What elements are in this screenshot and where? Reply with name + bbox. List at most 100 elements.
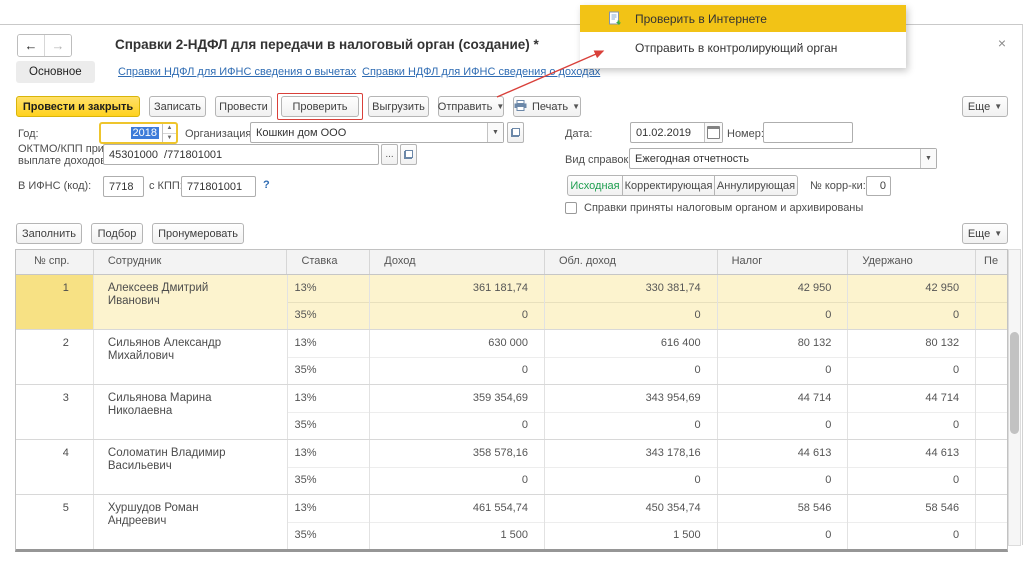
back-button[interactable]: ← [18,35,45,56]
taxable-value: 1 500 [545,522,717,549]
cell-tax: 42 9500 [718,275,849,329]
year-stepper[interactable]: ▲▼ [162,124,176,142]
cell-row-number: 2 [16,330,94,384]
menu-item-check-online[interactable]: Проверить в Интернете [580,5,906,32]
cell-employee: Сильянова Марина Николаевна [94,385,288,439]
toggle-annulling[interactable]: Аннулирующая [714,175,798,196]
send-dropdown-menu: Проверить в Интернете Отправить в контро… [580,5,906,68]
renumber-button[interactable]: Пронумеровать [152,223,244,244]
oktmo-input[interactable]: 45301000 /771801001 [103,144,379,165]
check-button[interactable]: Проверить [281,96,359,117]
forward-button[interactable]: → [45,35,71,56]
close-icon[interactable]: × [998,37,1006,49]
chevron-down-icon[interactable]: ▼ [487,123,503,142]
link-deductions-info[interactable]: Справки НДФЛ для ИФНС сведения о вычетах [118,66,356,78]
taxable-value: 343 954,69 [545,385,717,412]
ifns-code-input[interactable]: 7718 [103,176,144,197]
column-header[interactable]: Обл. доход [545,250,718,274]
toggle-original[interactable]: Исходная [567,175,623,196]
oktmo-more-button[interactable]: ... [381,144,398,165]
fill-button[interactable]: Заполнить [16,223,82,244]
tax-value: 44 714 [718,385,848,412]
chevron-down-icon[interactable]: ▼ [920,149,936,168]
rate-value: 35% [288,357,370,384]
tab-main[interactable]: Основное [16,61,95,83]
column-header[interactable]: Сотрудник [94,250,288,274]
date-label: Дата: [565,128,592,140]
cell-rate: 13%35% [288,440,371,494]
withheld-value: 80 132 [848,330,975,357]
corr-no-label: № корр-ки: [810,180,866,192]
link-income-info[interactable]: Справки НДФЛ для ИФНС сведения о доходах [362,66,600,78]
cell-employee: Сильянов Александр Михайлович [94,330,288,384]
calendar-icon[interactable] [704,123,722,142]
withheld-value: 0 [848,357,975,384]
scrollbar-thumb[interactable] [1010,332,1019,434]
rate-value: 35% [288,467,370,494]
column-header[interactable]: Пе [976,250,1007,274]
cell-transferred [976,385,1007,439]
cell-rate: 13%35% [288,495,371,549]
tax-value: 58 546 [718,495,848,522]
cell-row-number: 1 [16,275,94,329]
income-value: 0 [370,302,544,329]
post-and-close-button[interactable]: Провести и закрыть [16,96,140,117]
table-row[interactable]: 4Соломатин Владимир Васильевич13%35%358 … [16,440,1007,495]
tax-value: 44 613 [718,440,848,467]
oktmo-open-button[interactable] [400,144,417,165]
rate-value: 13% [288,495,370,522]
vertical-scrollbar[interactable] [1008,249,1021,546]
income-value: 0 [370,357,544,384]
archived-checkbox[interactable] [565,202,577,214]
toggle-correcting[interactable]: Корректирующая [622,175,715,196]
table-row[interactable]: 3Сильянова Марина Николаевна13%35%359 35… [16,385,1007,440]
year-label: Год: [18,128,39,140]
cell-rate: 13%35% [288,275,371,329]
employee-name: Сильянова Марина Николаевна [108,392,243,417]
column-header[interactable]: Ставка [287,250,370,274]
number-input[interactable] [763,122,853,143]
organization-input[interactable]: Кошкин дом ООО ▼ [250,122,504,143]
send-button[interactable]: Отправить▼ [438,96,504,117]
taxable-value: 0 [545,467,717,494]
cell-taxable: 343 178,160 [545,440,718,494]
unload-button[interactable]: Выгрузить [368,96,429,117]
column-header[interactable]: Удержано [848,250,976,274]
table-more-button[interactable]: Еще▼ [962,223,1008,244]
date-input[interactable]: 01.02.2019 [630,122,723,143]
tax-value: 0 [718,412,848,439]
table-row[interactable]: 2Сильянов Александр Михайлович13%35%630 … [16,330,1007,385]
taxable-value: 0 [545,412,717,439]
table-row[interactable]: 5Хуршудов Роман Андреевич13%35%461 554,7… [16,495,1007,549]
help-icon[interactable]: ? [263,179,270,191]
year-input[interactable]: 2018 ▲▼ [99,122,178,144]
column-header[interactable]: Налог [718,250,849,274]
document-window: × ← → Справки 2-НДФЛ для передачи в нало… [0,24,1023,545]
corr-no-input[interactable]: 0 [866,176,891,196]
organization-open-button[interactable] [507,122,524,143]
ifns-label: В ИФНС (код): [18,180,91,192]
menu-item-send-to-authority[interactable]: Отправить в контролирующий орган [580,32,906,63]
cell-row-number: 5 [16,495,94,549]
column-header[interactable]: Доход [370,250,545,274]
toolbar-more-button[interactable]: Еще▼ [962,96,1008,117]
pick-button[interactable]: Подбор [91,223,143,244]
column-header[interactable]: № спр. [16,250,94,274]
withheld-value: 58 546 [848,495,975,522]
withheld-value: 44 613 [848,440,975,467]
cell-tax: 44 7140 [718,385,849,439]
kind-select[interactable]: Ежегодная отчетность ▼ [629,148,937,169]
cell-income: 361 181,740 [370,275,545,329]
cell-rate: 13%35% [288,330,371,384]
table-command-bar: Заполнить Подбор Пронумеровать Еще▼ [16,223,1008,244]
print-button[interactable]: Печать▼ [513,96,581,117]
kpp-input[interactable]: 771801001 [181,176,256,197]
history-nav: ← → [17,34,72,57]
taxable-value: 616 400 [545,330,717,357]
cell-taxable: 330 381,740 [545,275,718,329]
post-button[interactable]: Провести [215,96,272,117]
open-link-icon [404,150,413,159]
table-row[interactable]: 1Алексеев Дмитрий Иванович13%35%361 181,… [16,275,1007,330]
save-button[interactable]: Записать [149,96,206,117]
check-online-icon [607,11,622,26]
